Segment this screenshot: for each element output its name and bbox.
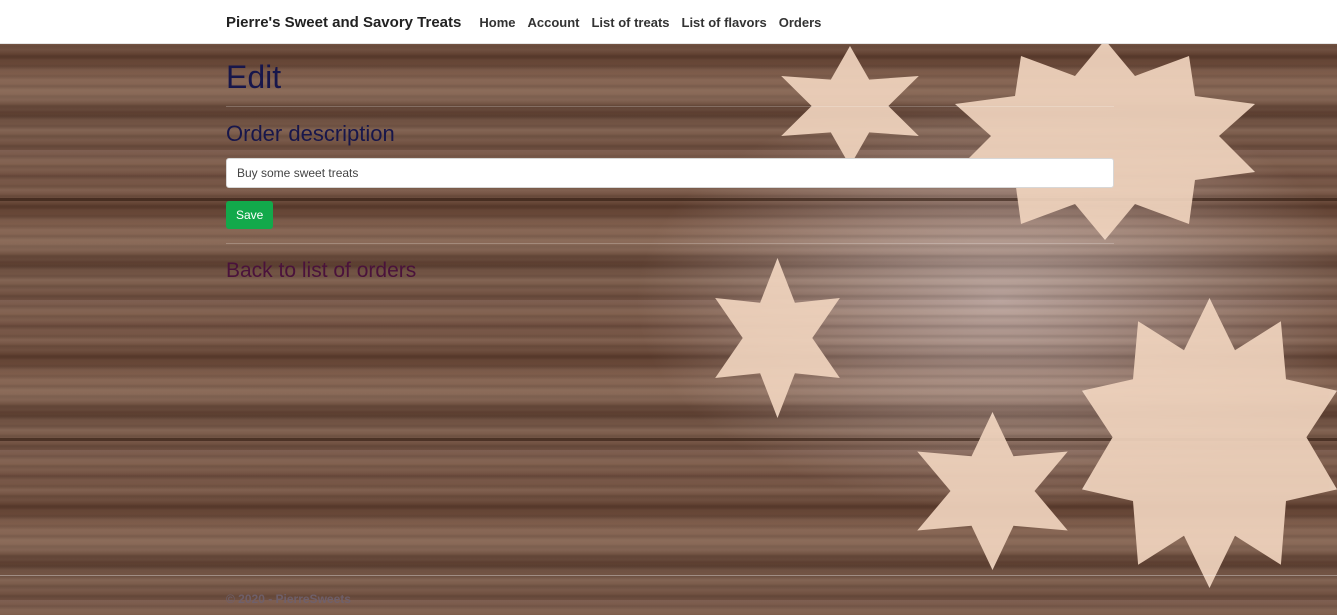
- flower-cookie-image: [1082, 298, 1337, 588]
- nav-link-list-of-treats[interactable]: List of treats: [591, 15, 669, 30]
- save-button[interactable]: Save: [226, 201, 274, 229]
- page-title: Edit: [226, 59, 282, 95]
- star-cookie-image: [917, 412, 1068, 570]
- nav-link-account[interactable]: Account: [527, 15, 579, 30]
- title-divider: [226, 106, 1114, 107]
- footer-copyright: © 2020 - PierreSweets: [226, 592, 351, 606]
- nav-link-list-of-flavors[interactable]: List of flavors: [682, 15, 767, 30]
- wood-board-seam: [0, 438, 1337, 441]
- footer-divider: [0, 575, 1337, 576]
- order-description-input[interactable]: [226, 158, 1114, 188]
- navbar-inner: Pierre's Sweet and Savory Treats Home Ac…: [226, 0, 821, 44]
- form-divider: [226, 243, 1114, 244]
- nav-link-home[interactable]: Home: [479, 15, 515, 30]
- nav-link-orders[interactable]: Orders: [779, 15, 822, 30]
- brand-link[interactable]: Pierre's Sweet and Savory Treats: [226, 14, 461, 31]
- main-content: Edit Order description Save Back to list…: [226, 44, 1114, 284]
- back-to-orders-link[interactable]: Back to list of orders: [226, 258, 416, 284]
- top-navbar: Pierre's Sweet and Savory Treats Home Ac…: [0, 0, 1337, 44]
- order-description-heading: Order description: [226, 121, 395, 146]
